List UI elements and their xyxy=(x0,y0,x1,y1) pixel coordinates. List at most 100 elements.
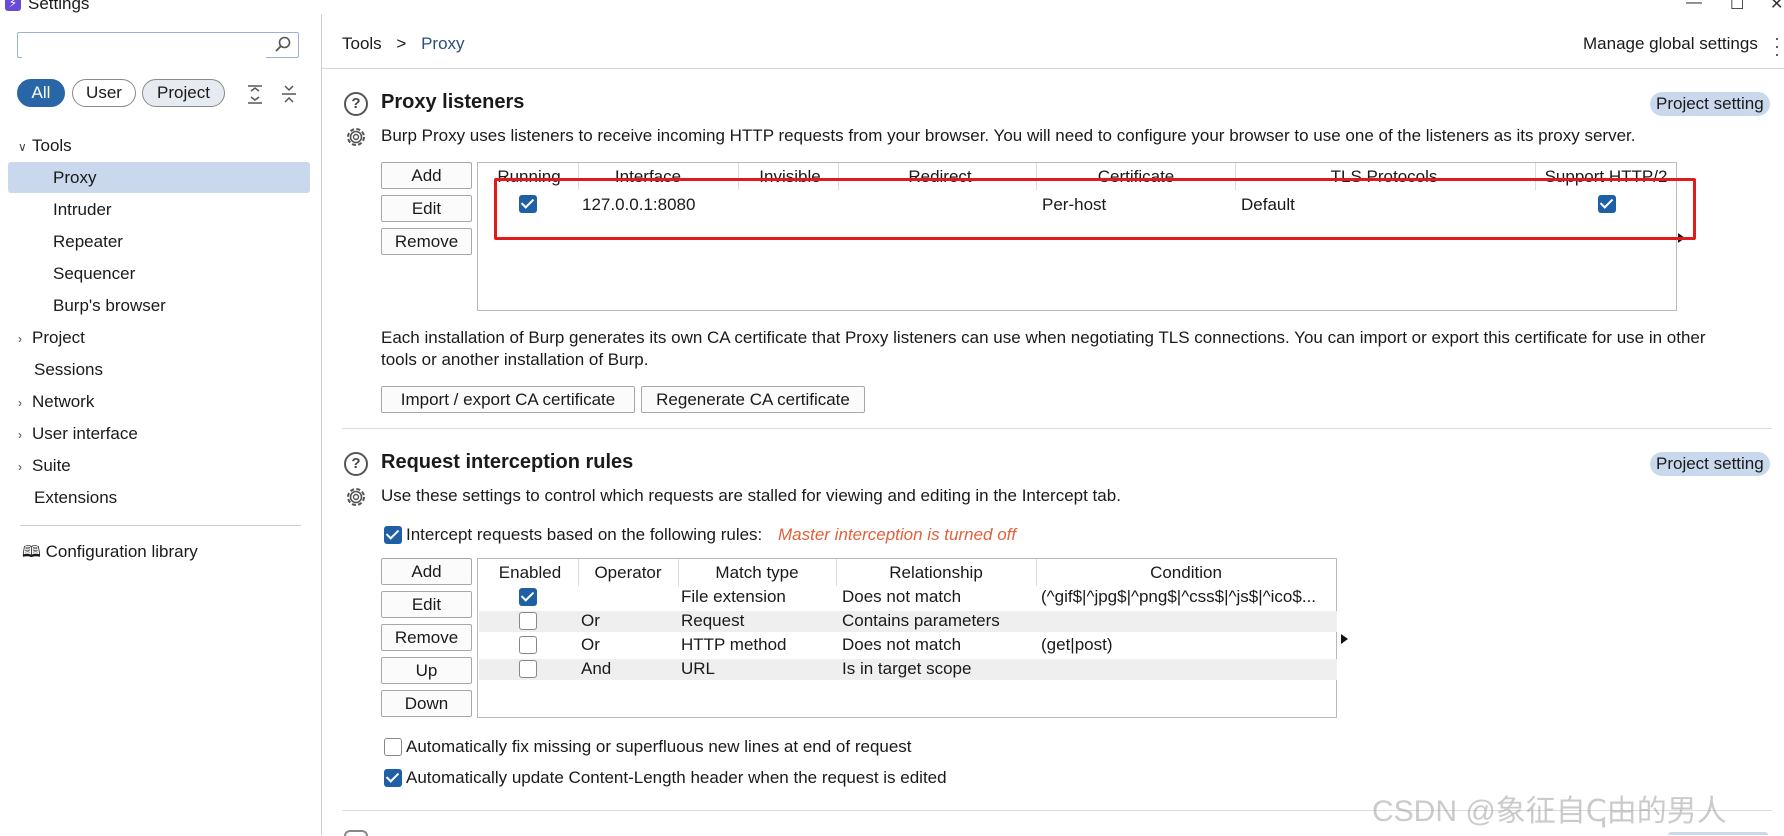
fix-newlines-checkbox[interactable] xyxy=(384,738,402,756)
sidebar-item-label: Tools xyxy=(32,136,72,155)
configuration-library-label: Configuration library xyxy=(45,542,198,561)
settings-gear-icon[interactable] xyxy=(343,124,369,150)
fix-newlines-label: Automatically fix missing or superfluous… xyxy=(406,737,912,756)
sidebar-item-suite[interactable]: › Suite xyxy=(8,450,310,481)
update-content-length-label: Automatically update Content-Length head… xyxy=(406,768,947,787)
operator-cell: Or xyxy=(581,611,600,630)
manage-global-settings-link[interactable]: Manage global settings xyxy=(1583,34,1758,54)
expand-all-icon[interactable] xyxy=(246,83,264,105)
match-type-cell: HTTP method xyxy=(681,635,787,654)
sidebar-item-user-interface[interactable]: › User interface xyxy=(8,418,310,449)
search-icon[interactable] xyxy=(274,35,292,53)
sidebar-item-label: Repeater xyxy=(53,232,123,251)
configuration-library-link[interactable]: 🕮 Configuration library xyxy=(8,536,310,567)
help-icon[interactable] xyxy=(344,830,368,836)
relationship-cell: Is in target scope xyxy=(842,659,972,678)
intercept-requests-checkbox[interactable] xyxy=(384,526,402,544)
filter-all[interactable]: All xyxy=(17,79,65,107)
condition-cell: (^gif$|^jpg$|^png$|^css$|^js$|^ico$... xyxy=(1041,587,1317,606)
enabled-checkbox[interactable] xyxy=(519,612,537,630)
ca-certificate-text: Each installation of Burp generates its … xyxy=(381,328,1706,347)
sidebar-item-extensions[interactable]: Extensions xyxy=(8,482,310,513)
rule-remove-button[interactable]: Remove xyxy=(381,624,472,651)
enabled-checkbox[interactable] xyxy=(519,588,537,606)
close-icon[interactable]: ✕ xyxy=(1770,0,1783,14)
column-header[interactable]: Match type xyxy=(678,563,836,583)
sidebar-item-project[interactable]: › Project xyxy=(8,322,310,353)
sidebar-item-sessions[interactable]: Sessions xyxy=(8,354,310,385)
table-row[interactable]: Or HTTP method Does not match (get|post) xyxy=(478,635,1336,656)
table-row[interactable]: File extension Does not match (^gif$|^jp… xyxy=(478,587,1336,608)
sidebar-item-tools[interactable]: ∨ Tools xyxy=(8,130,310,161)
search-input[interactable] xyxy=(22,34,266,58)
section-divider xyxy=(342,428,1772,429)
enabled-checkbox[interactable] xyxy=(519,660,537,678)
proxy-listeners-description: Burp Proxy uses listeners to receive inc… xyxy=(381,126,1636,145)
condition-cell: (get|post) xyxy=(1041,635,1113,654)
sidebar-item-intruder[interactable]: Intruder xyxy=(8,194,310,225)
sidebar-item-label: Intruder xyxy=(53,200,112,219)
match-type-cell: URL xyxy=(681,659,716,678)
sidebar-item-label: Project xyxy=(32,328,85,347)
column-header[interactable]: Operator xyxy=(578,563,678,583)
update-content-length-checkbox[interactable] xyxy=(384,769,402,787)
scroll-right-icon[interactable] xyxy=(1341,634,1348,644)
chevron-right-icon: › xyxy=(18,428,22,442)
listener-add-button[interactable]: Add xyxy=(381,162,472,189)
master-interception-warning: Master interception is turned off xyxy=(778,525,1017,544)
match-type-cell: Request xyxy=(681,611,745,630)
help-icon[interactable]: ? xyxy=(344,452,368,476)
book-icon: 🕮 xyxy=(22,544,41,561)
proxy-listeners-title: Proxy listeners xyxy=(381,91,525,113)
column-header[interactable]: Enabled xyxy=(482,563,578,583)
breadcrumb: Tools > Proxy xyxy=(342,34,465,54)
interception-description: Use these settings to control which requ… xyxy=(381,486,1121,505)
maximize-icon[interactable]: ☐ xyxy=(1730,0,1744,14)
project-setting-badge: Project setting xyxy=(1650,92,1770,116)
listener-remove-button[interactable]: Remove xyxy=(381,228,472,255)
rule-edit-button[interactable]: Edit xyxy=(381,591,472,618)
breadcrumb-root[interactable]: Tools xyxy=(342,34,382,53)
sidebar-item-repeater[interactable]: Repeater xyxy=(8,226,310,257)
regenerate-ca-button[interactable]: Regenerate CA certificate xyxy=(641,386,865,413)
more-options-icon[interactable]: · · · xyxy=(1774,29,1780,63)
chevron-right-icon: › xyxy=(18,460,22,474)
listener-edit-button[interactable]: Edit xyxy=(381,195,472,222)
project-setting-badge: Project setting xyxy=(1650,452,1770,476)
rule-add-button[interactable]: Add xyxy=(381,558,472,585)
sidebar-item-burps-browser[interactable]: Burp's browser xyxy=(8,290,310,321)
collapse-all-icon[interactable] xyxy=(280,83,298,105)
table-row[interactable]: Or Request Contains parameters xyxy=(479,611,1337,632)
import-export-ca-button[interactable]: Import / export CA certificate xyxy=(381,386,635,413)
interception-rules-table: Enabled Operator Match type Relationship… xyxy=(477,558,1337,718)
sidebar-item-label: Suite xyxy=(32,456,71,475)
search-box[interactable] xyxy=(17,32,299,58)
relationship-cell: Contains parameters xyxy=(842,611,1000,630)
chevron-right-icon: › xyxy=(18,332,22,346)
minimize-icon[interactable]: — xyxy=(1686,0,1702,12)
rule-up-button[interactable]: Up xyxy=(381,657,472,684)
sidebar-item-sequencer[interactable]: Sequencer xyxy=(8,258,310,289)
rule-down-button[interactable]: Down xyxy=(381,690,472,717)
sidebar-item-label: Network xyxy=(32,392,95,411)
match-type-cell: File extension xyxy=(681,587,786,606)
header-divider xyxy=(322,68,1784,69)
filter-user[interactable]: User xyxy=(72,79,136,107)
interception-rules-title: Request interception rules xyxy=(381,451,634,473)
enabled-checkbox[interactable] xyxy=(519,636,537,654)
column-header[interactable]: Condition xyxy=(1036,563,1336,583)
sidebar-item-network[interactable]: › Network xyxy=(8,386,310,417)
sidebar-item-label: Sessions xyxy=(34,360,103,379)
app-icon: ⚡ xyxy=(5,0,21,11)
help-icon[interactable]: ? xyxy=(344,92,368,116)
breadcrumb-current: Proxy xyxy=(421,34,465,53)
table-row[interactable]: And URL Is in target scope xyxy=(479,659,1337,680)
watermark-text: CSDN @象征自ↅ由的男人 xyxy=(1372,795,1727,828)
settings-gear-icon[interactable] xyxy=(343,484,369,510)
sidebar-divider xyxy=(20,525,301,526)
sidebar-item-proxy[interactable]: Proxy xyxy=(8,162,310,193)
filter-project[interactable]: Project xyxy=(142,79,225,107)
chevron-down-icon: ∨ xyxy=(18,140,27,154)
column-header[interactable]: Relationship xyxy=(836,563,1036,583)
sidebar-item-label: Extensions xyxy=(34,488,118,507)
